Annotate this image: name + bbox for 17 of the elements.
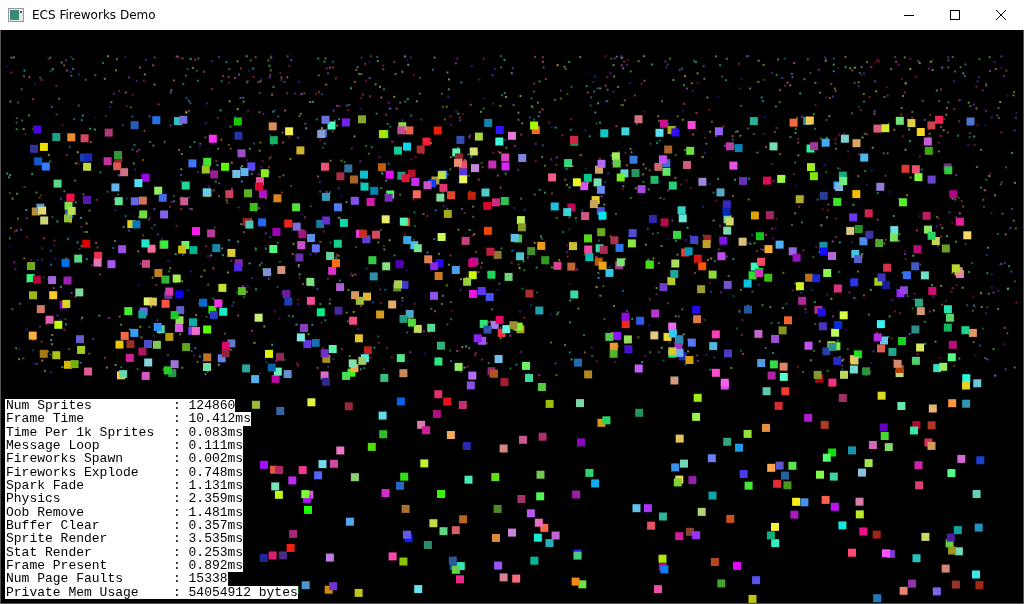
close-icon — [996, 10, 1006, 20]
stat-value: : 15338 — [171, 572, 228, 586]
app-icon — [8, 8, 24, 22]
stat-label: Fireworks Spawn — [5, 452, 172, 466]
stat-label: Sprite Render — [5, 532, 172, 546]
stat-label: Physics — [5, 492, 172, 506]
stat-value: : 124860 — [171, 399, 236, 413]
stat-label: Num Sprites — [5, 399, 172, 413]
stat-value: : 0.002ms — [171, 452, 244, 466]
stat-value: : 3.535ms — [171, 532, 244, 546]
stat-label: Num Page Faults — [5, 572, 172, 586]
stat-value: : 10.412ms — [171, 412, 251, 426]
stat-label: Frame Time — [5, 412, 172, 426]
maximize-icon — [950, 10, 960, 20]
stat-value: : 54054912 bytes — [171, 585, 298, 599]
stat-value: : 2.359ms — [171, 492, 244, 506]
window-title: ECS Fireworks Demo — [32, 7, 156, 24]
